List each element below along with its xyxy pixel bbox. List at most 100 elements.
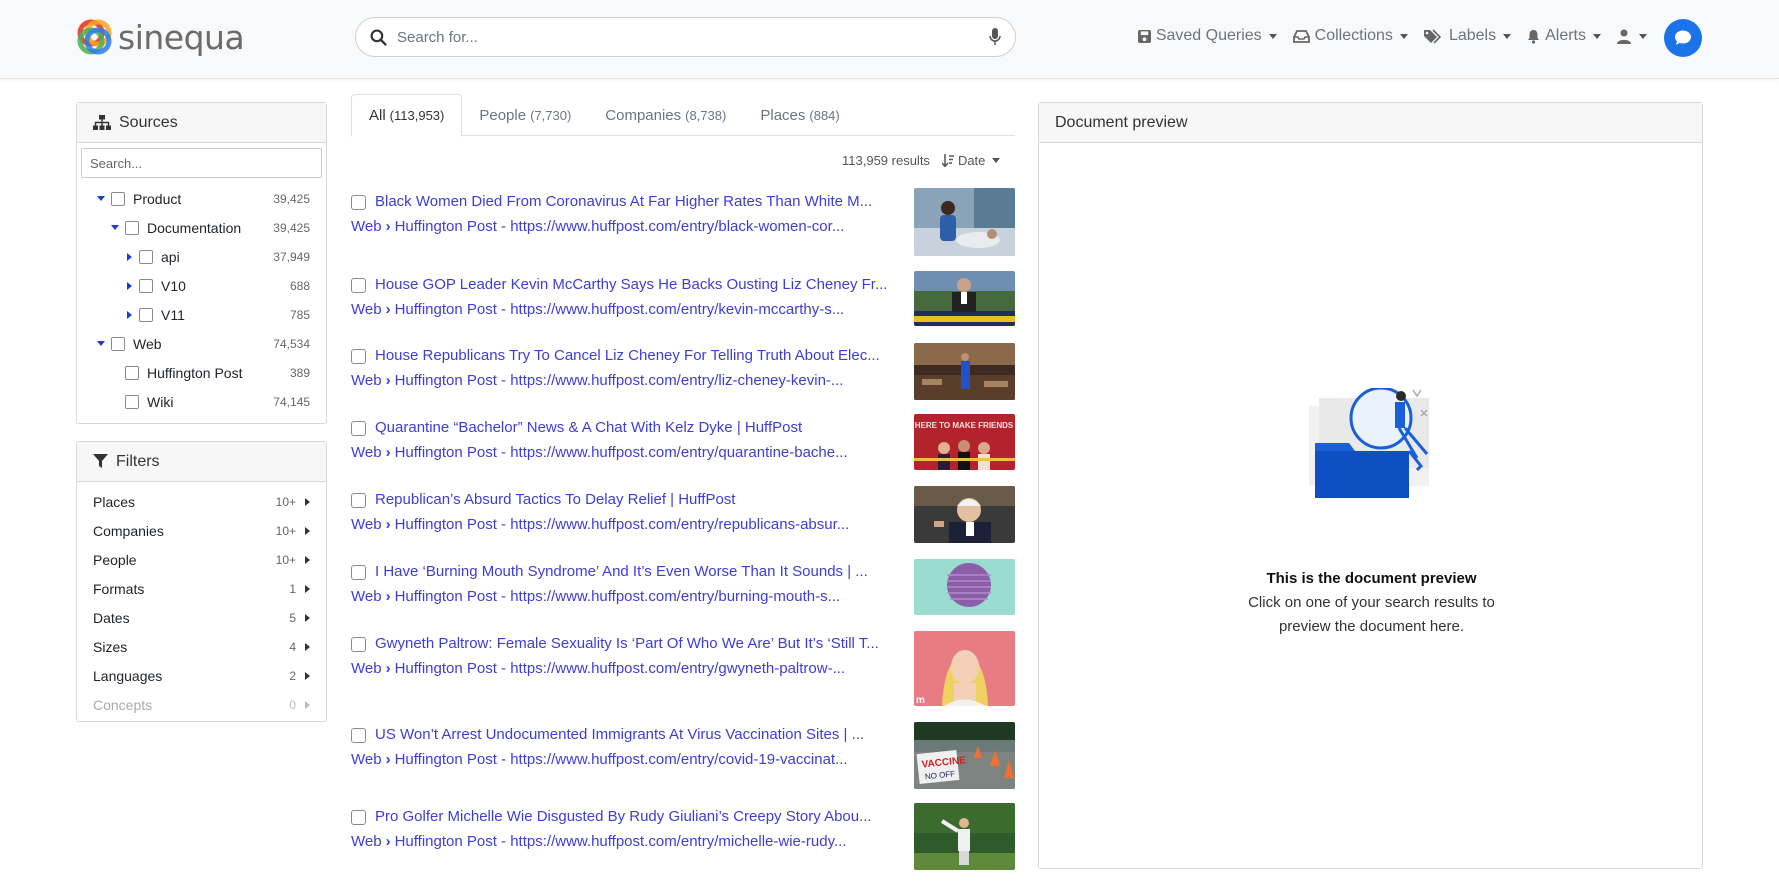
filter-dates[interactable]: Dates 5 (77, 603, 326, 632)
result-url[interactable]: https://www.huffpost.com/entry/covid-19-… (510, 751, 847, 768)
result-source-web[interactable]: Web (351, 660, 382, 677)
result-thumbnail[interactable]: m (914, 631, 1015, 706)
labels-menu[interactable]: Labels (1423, 27, 1512, 45)
result-url[interactable]: https://www.huffpost.com/entry/black-wom… (510, 218, 844, 235)
result-title[interactable]: Pro Golfer Michelle Wie Disgusted By Rud… (375, 808, 920, 825)
result-title[interactable]: Quarantine “Bachelor” News & A Chat With… (375, 419, 920, 436)
result-title[interactable]: House GOP Leader Kevin McCarthy Says He … (375, 276, 920, 293)
result-title[interactable]: Gwyneth Paltrow: Female Sexuality Is ‘Pa… (375, 635, 920, 652)
result-title[interactable]: I Have ‘Burning Mouth Syndrome’ And It’s… (375, 563, 920, 580)
result-title[interactable]: House Republicans Try To Cancel Liz Chen… (375, 347, 920, 364)
caret-down-icon[interactable] (95, 341, 107, 346)
result-url[interactable]: https://www.huffpost.com/entry/burning-m… (510, 588, 840, 605)
caret-down-icon[interactable] (109, 225, 121, 230)
tree-checkbox[interactable] (125, 365, 139, 380)
result-source-web[interactable]: Web (351, 372, 382, 389)
tab-people[interactable]: People (7,730) (462, 94, 588, 136)
result-source-web[interactable]: Web (351, 444, 382, 461)
result-url[interactable]: https://www.huffpost.com/entry/kevin-mcc… (510, 301, 844, 318)
result-url[interactable]: https://www.huffpost.com/entry/gwyneth-p… (510, 660, 845, 677)
alerts-menu[interactable]: Alerts (1527, 27, 1601, 45)
tree-item-web[interactable]: Web 74,534 (77, 329, 326, 358)
result-source-collection[interactable]: Huffington Post (395, 751, 497, 768)
tree-item-v11[interactable]: V11 785 (77, 300, 326, 329)
result-source-web[interactable]: Web (351, 833, 382, 850)
result-source-collection[interactable]: Huffington Post (395, 588, 497, 605)
result-url[interactable]: https://www.huffpost.com/entry/michelle-… (510, 833, 846, 850)
result-checkbox[interactable] (351, 637, 366, 652)
filter-formats[interactable]: Formats 1 (77, 574, 326, 603)
saved-queries-menu[interactable]: Saved Queries (1137, 27, 1277, 45)
sources-header[interactable]: Sources (77, 103, 326, 143)
sinequa-logo[interactable]: sinequa (76, 18, 245, 57)
filter-sizes[interactable]: Sizes 4 (77, 632, 326, 661)
caret-right-icon[interactable] (123, 252, 135, 261)
filter-places[interactable]: Places 10+ (77, 487, 326, 516)
tree-checkbox[interactable] (125, 394, 139, 409)
tree-checkbox[interactable] (125, 220, 139, 235)
tab-places[interactable]: Places (884) (743, 94, 856, 136)
tree-checkbox[interactable] (139, 307, 153, 322)
tree-item-huffington-post[interactable]: Huffington Post 389 (77, 358, 326, 387)
result-url[interactable]: https://www.huffpost.com/entry/republica… (510, 516, 849, 533)
result-thumbnail[interactable]: HERE TO MAKE FRIENDS (914, 414, 1015, 470)
result-checkbox[interactable] (351, 195, 366, 210)
result-source-collection[interactable]: Huffington Post (395, 833, 497, 850)
result-source-collection[interactable]: Huffington Post (395, 372, 497, 389)
sort-dropdown[interactable]: Date (941, 153, 1001, 168)
collections-menu[interactable]: Collections (1292, 27, 1408, 45)
chat-button[interactable] (1664, 19, 1702, 57)
tree-item-wiki[interactable]: Wiki 74,145 (77, 387, 326, 416)
tree-item-api[interactable]: api 37,949 (77, 242, 326, 271)
result-source-collection[interactable]: Huffington Post (395, 218, 497, 235)
result-thumbnail[interactable] (914, 486, 1015, 543)
filter-companies[interactable]: Companies 10+ (77, 516, 326, 545)
result-source-collection[interactable]: Huffington Post (395, 516, 497, 533)
caret-right-icon[interactable] (123, 310, 135, 319)
result-source-web[interactable]: Web (351, 588, 382, 605)
result-source-collection[interactable]: Huffington Post (395, 660, 497, 677)
tree-item-product[interactable]: Product 39,425 (77, 184, 326, 213)
result-url[interactable]: https://www.huffpost.com/entry/liz-chene… (510, 372, 843, 389)
result-checkbox[interactable] (351, 493, 366, 508)
result-thumbnail[interactable]: VACCINE NO OFF (914, 722, 1015, 789)
tree-checkbox[interactable] (111, 191, 125, 206)
result-thumbnail[interactable] (914, 343, 1015, 400)
tree-checkbox[interactable] (139, 278, 153, 293)
caret-down-icon[interactable] (95, 196, 107, 201)
result-thumbnail[interactable] (914, 188, 1015, 256)
result-title[interactable]: US Won’t Arrest Undocumented Immigrants … (375, 726, 920, 743)
result-checkbox[interactable] (351, 565, 366, 580)
tree-item-documentation[interactable]: Documentation 39,425 (77, 213, 326, 242)
result-source-web[interactable]: Web (351, 516, 382, 533)
result-source-web[interactable]: Web (351, 301, 382, 318)
tree-checkbox[interactable] (139, 249, 153, 264)
result-source-collection[interactable]: Huffington Post (395, 444, 497, 461)
result-checkbox[interactable] (351, 349, 366, 364)
tree-checkbox[interactable] (111, 336, 125, 351)
search-input[interactable] (397, 28, 989, 46)
caret-right-icon[interactable] (123, 281, 135, 290)
tree-item-v10[interactable]: V10 688 (77, 271, 326, 300)
result-source-collection[interactable]: Huffington Post (395, 301, 497, 318)
result-checkbox[interactable] (351, 421, 366, 436)
sources-search-input[interactable] (90, 155, 321, 171)
result-url[interactable]: https://www.huffpost.com/entry/quarantin… (510, 444, 847, 461)
result-checkbox[interactable] (351, 728, 366, 743)
result-checkbox[interactable] (351, 810, 366, 825)
search-icon[interactable] (370, 29, 387, 46)
filter-people[interactable]: People 10+ (77, 545, 326, 574)
microphone-icon[interactable] (989, 28, 1001, 46)
result-thumbnail[interactable] (914, 803, 1015, 870)
tab-all[interactable]: All (113,953) (351, 94, 463, 137)
tab-companies[interactable]: Companies (8,738) (588, 94, 743, 136)
result-checkbox[interactable] (351, 278, 366, 293)
result-title[interactable]: Republican’s Absurd Tactics To Delay Rel… (375, 491, 920, 508)
result-thumbnail[interactable] (914, 559, 1015, 615)
user-menu[interactable] (1617, 29, 1647, 44)
result-source-web[interactable]: Web (351, 218, 382, 235)
result-title[interactable]: Black Women Died From Coronavirus At Far… (375, 193, 920, 210)
result-source-web[interactable]: Web (351, 751, 382, 768)
result-thumbnail[interactable] (914, 271, 1015, 326)
filter-languages[interactable]: Languages 2 (77, 661, 326, 690)
